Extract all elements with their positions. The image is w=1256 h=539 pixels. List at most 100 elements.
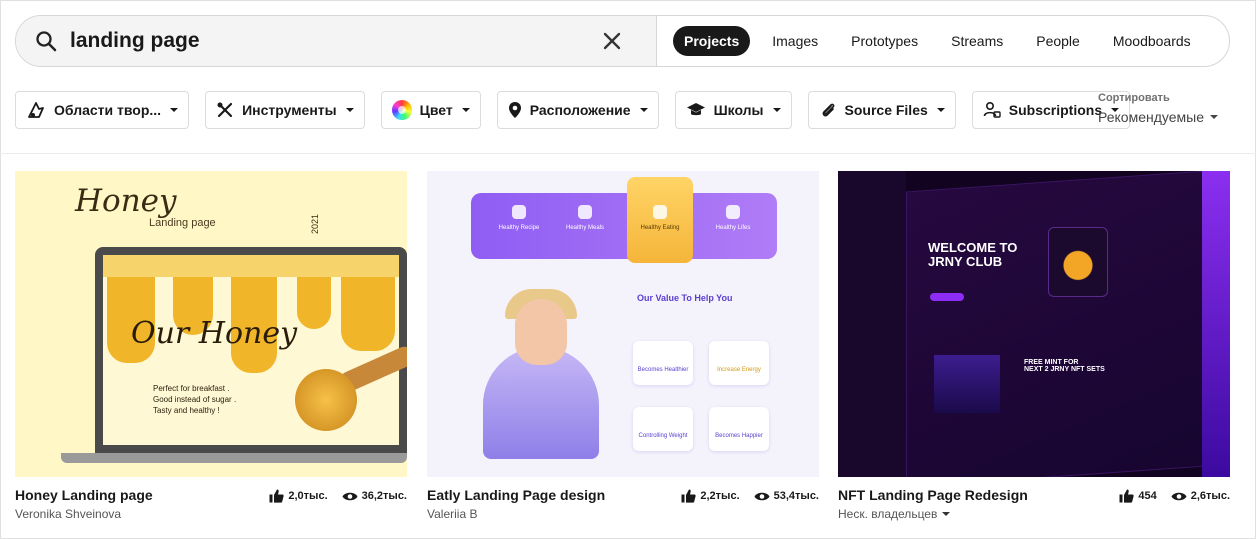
card-owner[interactable]: Valeriia B [427,507,605,521]
filter-schools[interactable]: Школы [674,91,792,129]
likes-stat: 454 [1119,489,1157,503]
eye-icon [754,492,770,500]
card-info: Eatly Landing Page design Valeriia B [427,487,605,521]
card-owner[interactable]: Veronika Shveinova [15,507,153,521]
thumb-column: Healthy Meals [555,205,615,247]
card-meta: Honey Landing page Veronika Shveinova 2,… [15,487,407,521]
thumb-column-label: Healthy Lifes [715,225,751,231]
filter-color[interactable]: Цвет [380,91,481,129]
search-bar: Projects Images Prototypes Streams Peopl… [15,15,1230,67]
card-owner-name: Неск. владельцев [838,507,938,521]
chevron-down-icon [772,108,781,112]
thumb-feature-card: Controlling Weight [633,407,693,451]
filter-label: Source Files [844,102,928,118]
filter-label: Subscriptions [1008,102,1103,118]
chevron-down-icon [942,512,951,516]
filter-location[interactable]: Расположение [496,91,659,129]
thumb-column-icon [726,205,740,219]
clear-search-icon[interactable] [600,29,624,53]
creative-fields-icon [28,102,44,118]
thumb-side-panel [838,171,906,477]
thumb-welcome-text: WELCOME TO JRNY CLUB [928,240,1018,269]
search-icon [34,29,58,53]
thumb-accent-strip [1202,171,1230,477]
eye-icon [1171,492,1187,500]
card-title[interactable]: Honey Landing page [15,487,153,503]
thumb-nft-card [934,355,1000,413]
likes-count: 454 [1138,490,1157,502]
chevron-down-icon [461,108,470,112]
card-owners-dropdown[interactable]: Неск. владельцев [838,507,1028,521]
card-owner-name: Valeriia B [427,507,478,521]
tab-projects[interactable]: Projects [673,26,751,56]
card-title[interactable]: NFT Landing Page Redesign [838,487,1028,503]
laptop-base [61,453,407,463]
card-stats: 2,2тыс. 53,4тыс. [667,489,819,503]
tab-moodboards[interactable]: Moodboards [1102,26,1202,56]
tools-icon [217,102,233,118]
thumb-year: 2021 [310,213,321,235]
thumb-column-label: Healthy Meals [565,225,604,231]
graduation-cap-icon [686,103,705,116]
likes-stat: 2,2тыс. [681,489,740,503]
thumb-section-title: Our Value To Help You [637,293,733,303]
views-stat: 53,4тыс. [754,490,819,502]
screen-nav [103,255,399,277]
search-input[interactable] [70,29,590,53]
views-count: 2,6тыс. [1190,490,1230,502]
filter-creative-fields[interactable]: Области твор... [15,91,190,129]
card-info: NFT Landing Page Redesign Неск. владельц… [838,487,1028,521]
sort-value: Рекомендуемые [1098,109,1218,125]
thumb-feature-label: Controlling Weight [638,433,688,439]
tab-prototypes[interactable]: Prototypes [840,26,929,56]
thumb-column: Healthy Recipe [489,205,549,247]
project-card: WELCOME TO JRNY CLUB FREE MINT FOR NEXT … [838,171,1230,521]
card-meta: Eatly Landing Page design Valeriia B 2,2… [427,487,819,521]
project-card: Honey Landing page 2021 Our Honey Perfec… [15,171,407,521]
tab-images[interactable]: Images [761,26,829,56]
chevron-down-icon [170,108,179,112]
paperclip-icon [822,103,834,117]
subscriptions-icon [983,101,1001,118]
sort-label: Сортировать [1098,92,1170,104]
project-thumbnail[interactable]: Honey Landing page 2021 Our Honey Perfec… [15,171,407,477]
thumb-column-icon [653,205,667,219]
thumb-main-panel [906,171,1206,477]
chevron-down-icon [639,108,648,112]
likes-count: 2,2тыс. [700,490,740,502]
thumb-cta [930,293,964,301]
tab-people[interactable]: People [1025,26,1091,56]
filter-label: Цвет [419,102,453,118]
thumbs-up-icon [681,489,697,503]
thumb-column-icon [512,205,526,219]
tab-streams[interactable]: Streams [940,26,1014,56]
chevron-down-icon [345,108,354,112]
thumb-column-label: Healthy Eating [640,225,680,231]
honey-drip [341,277,395,351]
thumbs-up-icon [269,489,285,503]
thumb-feature-label: Becomes Happier [715,433,763,439]
thumb-column: Healthy Lifes [703,205,763,247]
project-card: Healthy Recipe Healthy Meals Healthy Eat… [427,171,819,521]
color-wheel-icon [391,100,412,120]
card-title[interactable]: Eatly Landing Page design [427,487,605,503]
search-type-tabs: Projects Images Prototypes Streams Peopl… [656,16,1213,66]
search-field-wrapper [16,16,656,66]
thumb-feature-label: Increase Energy [717,367,761,373]
card-stats: 2,0тыс. 36,2тыс. [255,489,407,503]
thumb-tagline: Perfect for breakfast . Good instead of … [153,384,237,415]
chevron-down-icon [1210,115,1218,119]
project-thumbnail[interactable]: Healthy Recipe Healthy Meals Healthy Eat… [427,171,819,477]
filter-label: Инструменты [242,102,337,118]
card-stats: 454 2,6тыс. [1105,489,1230,503]
filter-label: Расположение [529,102,631,118]
likes-stat: 2,0тыс. [269,489,328,503]
sort-dropdown[interactable]: Сортировать Рекомендуемые [1098,92,1218,125]
thumb-column: Healthy Eating [630,205,690,247]
project-thumbnail[interactable]: WELCOME TO JRNY CLUB FREE MINT FOR NEXT … [838,171,1230,477]
filter-source-files[interactable]: Source Files [807,91,956,129]
views-count: 53,4тыс. [773,490,819,502]
thumb-person [515,299,567,365]
filter-bar: Области твор... Инструменты Цвет Располо… [15,91,1146,129]
filter-tools[interactable]: Инструменты [205,91,365,129]
